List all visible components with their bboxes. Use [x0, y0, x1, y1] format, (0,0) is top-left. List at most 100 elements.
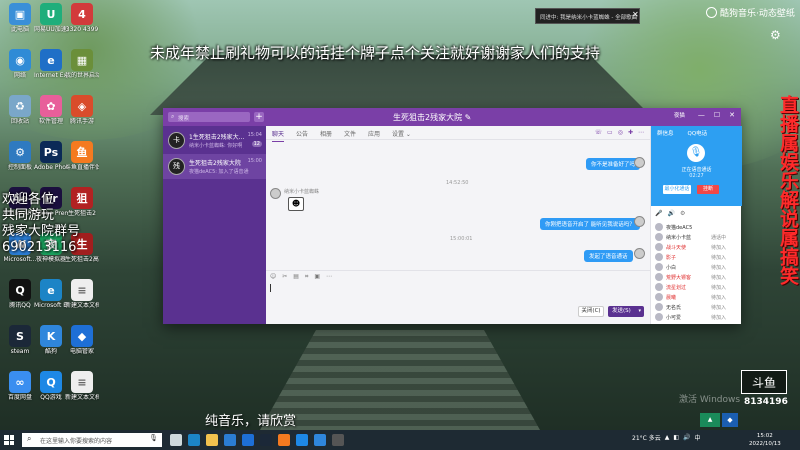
- weather-text[interactable]: 21°C 多云: [632, 433, 661, 442]
- desktop-icon[interactable]: Q QQ游戏: [34, 371, 68, 402]
- taskbar-search-input[interactable]: 在这里输入你要搜索的内容 🎙: [22, 433, 162, 447]
- maximize-button[interactable]: ☐: [714, 111, 720, 119]
- close-icon[interactable]: ✕: [632, 10, 639, 19]
- screenshot-icon[interactable]: ✂: [282, 273, 287, 280]
- search-input[interactable]: 搜索: [168, 112, 250, 122]
- desktop-icon[interactable]: ▦我的世界启动器: [65, 49, 99, 80]
- minimize-call-button[interactable]: 最小化通话: [663, 185, 691, 194]
- image-icon[interactable]: ▣: [314, 273, 320, 280]
- desktop-icon[interactable]: eInternet Explorer: [34, 49, 68, 80]
- clock[interactable]: 15:02 2022/10/13: [749, 432, 781, 448]
- add-button[interactable]: +: [254, 112, 264, 122]
- microphone-icon[interactable]: 🎤: [655, 210, 662, 217]
- desktop-icon[interactable]: eMicrosoft Edge: [34, 279, 68, 310]
- add-member-icon[interactable]: ✚: [628, 129, 633, 136]
- taskbar-qq-icon[interactable]: [296, 434, 308, 446]
- outgoing-message[interactable]: 你不是准备好了吗: [586, 158, 641, 170]
- desktop-icon[interactable]: ▣ 此电脑: [3, 3, 37, 34]
- desktop-icon[interactable]: PsAdobe Photosh...: [34, 141, 68, 172]
- taskbar-mail-icon[interactable]: [242, 434, 254, 446]
- windows-start-icon[interactable]: [4, 435, 14, 445]
- tab-files[interactable]: 文件: [344, 129, 356, 138]
- desktop-icon[interactable]: U网易UU加速器: [34, 3, 68, 34]
- desktop-icon[interactable]: Q 腾讯QQ: [3, 279, 37, 310]
- close-window-button[interactable]: ✕: [729, 111, 735, 119]
- tab-qq-call[interactable]: QQ电话: [688, 129, 708, 137]
- taskbar-task-view-icon[interactable]: [170, 434, 182, 446]
- desktop-icon[interactable]: ◉ 网络: [3, 49, 37, 80]
- music-app-badge[interactable]: 酷狗音乐·动态壁纸: [706, 6, 795, 19]
- desktop-icon[interactable]: 鱼斗鱼直播伴侣: [65, 141, 99, 172]
- member-item[interactable]: 纳米小卡蓝 通话中: [655, 232, 739, 242]
- member-item[interactable]: 流星划过 待加入: [655, 282, 739, 292]
- desktop-icon-label: Microsoft...: [3, 256, 37, 263]
- taskbar-store-icon[interactable]: [224, 434, 236, 446]
- member-item[interactable]: 战斗天使 待加入: [655, 242, 739, 252]
- desktop-icon[interactable]: ≡新建文本文档.txt: [65, 371, 99, 402]
- member-item[interactable]: 荒野大镖客 待加入: [655, 272, 739, 282]
- taskbar-douyu-icon[interactable]: [278, 434, 290, 446]
- gif-icon[interactable]: ⌗: [305, 273, 308, 280]
- gear-icon[interactable]: ⚙: [770, 28, 781, 42]
- tab-chat[interactable]: 聊天: [272, 129, 285, 142]
- desktop-icon[interactable]: ✿ 软件管理: [34, 95, 68, 126]
- input-method-icon[interactable]: 中: [695, 433, 701, 442]
- desktop-icon[interactable]: 4 3320 4399: [65, 3, 99, 34]
- gear-icon[interactable]: ⚙: [680, 210, 685, 217]
- user-nickname[interactable]: 夜猫: [674, 111, 685, 119]
- desktop-icon[interactable]: ◆ 电脑管家: [65, 325, 99, 356]
- tab-apps[interactable]: 应用: [368, 129, 380, 138]
- music-toast[interactable]: 同进中: 我是纳米小卡蓝蜘蛛 - 全部歌曲: [535, 8, 640, 24]
- close-button[interactable]: 关闭(C): [578, 306, 604, 317]
- phone-icon[interactable]: ☏: [595, 129, 603, 136]
- member-item[interactable]: 夜猫deAC5: [655, 222, 739, 232]
- tab-settings[interactable]: 设置 ⌄: [392, 129, 411, 138]
- taskbar-edge-icon[interactable]: [188, 434, 200, 446]
- volume-icon[interactable]: 🔊: [683, 434, 690, 441]
- member-item[interactable]: 小可爱 待加入: [655, 312, 739, 322]
- tab-group-info[interactable]: 群信息: [657, 129, 674, 137]
- conversation-item[interactable]: 卡 1生死狙击2残家大... 纳米小卡蓝蜘蛛: 你好啊 15:04 12: [163, 128, 266, 153]
- member-item[interactable]: 无名氏 待加入: [655, 302, 739, 312]
- sticker-image[interactable]: ☻: [288, 197, 304, 211]
- video-icon[interactable]: ◎: [618, 129, 623, 136]
- chevron-up-icon[interactable]: ▲: [665, 434, 670, 441]
- desktop-icon[interactable]: Ssteam: [3, 325, 37, 356]
- taskbar-obs-icon[interactable]: [332, 434, 344, 446]
- microphone-icon[interactable]: 🎙: [149, 434, 158, 442]
- minimize-button[interactable]: —: [698, 111, 705, 119]
- file-icon[interactable]: ▤: [293, 273, 299, 280]
- speaker-icon[interactable]: 🔊: [667, 210, 674, 217]
- member-name: 纳米小卡蓝: [666, 235, 692, 241]
- outgoing-message[interactable]: 你刚把语音开启了 能听见我说话吗？: [540, 218, 640, 230]
- desktop-icon[interactable]: K 酷狗: [34, 325, 68, 356]
- member-item[interactable]: 小白 待加入: [655, 262, 739, 272]
- more-icon[interactable]: ⋯: [326, 273, 332, 280]
- edit-icon[interactable]: ✎: [465, 113, 472, 122]
- tab-announcement[interactable]: 公告: [296, 129, 308, 138]
- screen-share-icon[interactable]: ▭: [607, 129, 613, 136]
- conversation-item-active[interactable]: 残 生死狙击2残家大院 夜猫deAC5: 加入了语音通话 15:00: [163, 154, 266, 179]
- app-icon: ∞: [9, 371, 31, 393]
- taskbar-kugou-icon[interactable]: [314, 434, 326, 446]
- member-item[interactable]: 晨曦 待加入: [655, 292, 739, 302]
- taskbar-explorer-icon[interactable]: [206, 434, 218, 446]
- desktop-icon[interactable]: ≡新建文本文档(2).txt: [65, 279, 99, 310]
- network-icon[interactable]: ◧: [673, 434, 679, 441]
- taskbar-steam-icon[interactable]: [260, 434, 272, 446]
- more-icon[interactable]: ⋯: [638, 129, 644, 136]
- desktop-icon[interactable]: ◈ 腾讯手游: [65, 95, 99, 126]
- hangup-button[interactable]: 挂断: [697, 185, 719, 194]
- tab-album[interactable]: 相册: [320, 129, 332, 138]
- emoji-icon[interactable]: ☺: [270, 273, 276, 280]
- member-item[interactable]: 影子 待加入: [655, 252, 739, 262]
- outgoing-message[interactable]: 发起了语音通话: [584, 250, 633, 262]
- avatar: 残: [168, 158, 185, 175]
- desktop-icon[interactable]: ⚙ 控制面板: [3, 141, 37, 172]
- desktop-icon[interactable]: ∞ 百度网盘: [3, 371, 37, 402]
- message-input[interactable]: [266, 282, 650, 304]
- send-button[interactable]: 发送(S): [608, 306, 644, 317]
- desktop-icon[interactable]: ♻ 回收站: [3, 95, 37, 126]
- avatar: 卡: [168, 132, 185, 149]
- desktop-icon-label: 腾讯QQ: [9, 302, 31, 309]
